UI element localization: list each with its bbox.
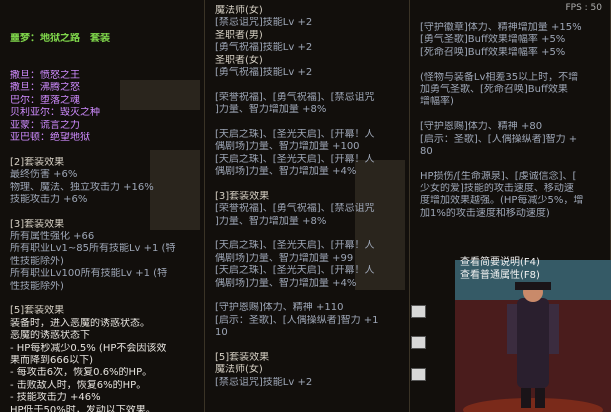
effect-line: 圣职者(女) xyxy=(215,54,263,66)
effect-line: 10 xyxy=(215,327,228,339)
effect-line xyxy=(420,109,606,121)
effect-line: 80 xyxy=(420,145,433,157)
effect-line: [3]套装效果 xyxy=(10,218,65,230)
effect-line: 增幅率) xyxy=(420,96,454,108)
effect-line xyxy=(420,158,606,170)
effect-line: 偶剧场]力量、智力增加量 +4% xyxy=(215,277,357,289)
effect-line: 加勇气圣歌、[死命召唤]Buff效果 xyxy=(420,83,568,95)
effect-line: 加1%的攻击速度和移动速度) xyxy=(420,207,550,219)
effect-line xyxy=(10,144,200,156)
set-effects-text-3: [守护徽章]体力、精神增加量 +15% [勇气圣歌]Buff效果增幅率 +5% [死… xyxy=(420,22,606,220)
effect-line: 最终伤害 +6% xyxy=(10,169,78,181)
effect-line: 圣职者(男) xyxy=(215,29,263,41)
character-preview xyxy=(455,260,611,412)
effect-line: 贝利亚尔：毁灭之种 xyxy=(10,107,100,119)
effect-line: - 技能攻击力 +46% xyxy=(10,392,101,404)
effect-line: 偶剧场]力量、智力增加量 +100 xyxy=(215,141,360,153)
effect-line: 魔法师(女) xyxy=(215,5,263,16)
effect-line: 所有职业Lv100所有技能Lv +1 (特 xyxy=(10,268,168,280)
effect-line xyxy=(215,290,405,302)
effect-line: 偶剧场]力量、智力增加量 +99 xyxy=(215,252,354,264)
effect-line xyxy=(420,59,606,71)
effect-line xyxy=(10,206,200,218)
effect-line: 少女的爱]技能的攻击速度、移动速 xyxy=(420,183,574,195)
effect-line: [5]套装效果 xyxy=(10,305,65,317)
effect-line: 亚巴顿：绝望地狱 xyxy=(10,131,90,143)
effect-line: 物理、魔法、独立攻击力 +16% xyxy=(10,181,154,193)
effect-line: 偶剧场]力量、智力增加量 +4% xyxy=(215,166,357,178)
effect-line xyxy=(215,178,405,190)
effect-line: 魔法师(女) xyxy=(215,364,263,376)
side-button-3[interactable] xyxy=(411,368,426,381)
effect-line: [启示：圣歌]、[人偶操纵者]智力 + xyxy=(420,133,578,145)
effect-line xyxy=(215,117,405,129)
effect-line: 果而降到666以下) xyxy=(10,355,93,366)
effect-line: [勇气祝福]技能Lv +2 xyxy=(215,66,313,78)
effect-line: 撒旦：沸腾之怒 xyxy=(10,82,80,94)
effect-line: 巴尔：堕落之魂 xyxy=(10,94,80,106)
set-title: 噩梦：地狱之路 套装 xyxy=(10,32,110,44)
set-tooltip-panel-left: 噩梦：地狱之路 套装 撒旦：愤怒之王 撒旦：沸腾之怒 巴尔：堕落之魂 贝利亚尔：毁灭之… xyxy=(0,0,205,412)
effect-line: [守护恩赐]体力、精神 +80 xyxy=(420,121,543,133)
effect-line: ]力量、智力增加量 +8% xyxy=(215,104,327,116)
effect-line: [3]套装效果 xyxy=(215,190,270,202)
effect-line: [禁忌诅咒]技能Lv +2 xyxy=(215,376,313,388)
hint-normal-attributes[interactable]: 查看普通属性(F8) xyxy=(460,270,540,282)
effect-line: [启示：圣歌]、[人偶操纵者]智力 +1 xyxy=(215,314,379,326)
effect-line: 撒旦：愤怒之王 xyxy=(10,70,80,82)
fps-counter: FPS : 50 xyxy=(565,3,602,13)
effect-line: [天启之珠]、[圣光天启]、[开幕！人 xyxy=(215,128,375,140)
effect-line: [2]套装效果 xyxy=(10,156,65,168)
side-button-2[interactable] xyxy=(411,336,426,349)
effect-line: - HP每秒减少0.5% (HP不会因该效 xyxy=(10,342,167,354)
effect-line: [死命召唤]Buff效果增幅率 +5% xyxy=(420,46,566,58)
effect-line xyxy=(215,79,405,91)
effect-line: (怪物与装备Lv相差35以上时，不增 xyxy=(420,71,579,83)
effect-line: ]力量、智力增加量 +8% xyxy=(215,215,327,227)
effect-line: [勇气祝福]技能Lv +2 xyxy=(215,42,313,54)
side-button-1[interactable] xyxy=(411,305,426,318)
effect-line: 亚蒙：谎言之力 xyxy=(10,119,80,131)
effect-line xyxy=(215,340,405,352)
effect-line: [天启之珠]、[圣光天启]、[开幕！人 xyxy=(215,240,375,252)
effect-line: 技能攻击力 +6% xyxy=(10,193,88,205)
effect-line: [禁忌诅咒]技能Lv +2 xyxy=(215,17,313,29)
set-effects-text-2: 魔法师(女) [禁忌诅咒]技能Lv +2 圣职者(男) [勇气祝福]技能Lv +2 圣职… xyxy=(215,5,405,389)
effect-line: - 击败敌人时，恢复6%的HP。 xyxy=(10,379,147,391)
effect-line: [守护恩赐]体力、精神 +110 xyxy=(215,302,344,314)
effect-line: [5]套装效果 xyxy=(215,351,270,363)
effect-line: HP低于50%时，发动以下效果。 xyxy=(10,404,156,412)
effect-line: [天启之珠]、[圣光天启]、[开幕！人 xyxy=(215,265,375,277)
effect-line: [勇气圣歌]Buff效果增幅率 +5% xyxy=(420,34,566,46)
effect-line: [荣誉祝福]、[勇气祝福]、[禁忌诅咒 xyxy=(215,203,375,215)
set-effects-text: 噩梦：地狱之路 套装 撒旦：愤怒之王 撒旦：沸腾之怒 巴尔：堕落之魂 贝利亚尔：毁灭之… xyxy=(10,8,200,412)
effect-line: [天启之珠]、[圣光天启]、[开幕！人 xyxy=(215,153,375,165)
hint-brief-description[interactable]: 查看简要说明(F4) xyxy=(460,257,540,269)
effect-line: 度增加效果越强。(HP每减少5%，增 xyxy=(420,195,584,207)
effect-line xyxy=(215,228,405,240)
effect-line: 恶魔的诱惑状态下 xyxy=(10,330,90,342)
effect-line xyxy=(10,293,200,305)
effect-line: 性技能除外) xyxy=(10,280,64,292)
effect-line: 所有属性强化 +66 xyxy=(10,231,95,243)
effect-line: 装备时，进入恶魔的诱惑状态。 xyxy=(10,317,150,329)
effect-line: [荣誉祝福]、[勇气祝福]、[禁忌诅咒 xyxy=(215,91,375,103)
effect-line: 所有职业Lv1~85所有技能Lv +1 (特 xyxy=(10,243,176,255)
set-tooltip-panel-middle: 魔法师(女) [禁忌诅咒]技能Lv +2 圣职者(男) [勇气祝福]技能Lv +2 圣职… xyxy=(205,0,410,412)
effect-line: [守护徽章]体力、精神增加量 +15% xyxy=(420,22,582,33)
effect-line: HP损伤/[生命源泉]、[虔诚信念]、[ xyxy=(420,170,577,182)
effect-line: 性技能除外) xyxy=(10,255,64,267)
effect-line: - 每攻击6次，恢复0.6%的HP。 xyxy=(10,367,153,379)
